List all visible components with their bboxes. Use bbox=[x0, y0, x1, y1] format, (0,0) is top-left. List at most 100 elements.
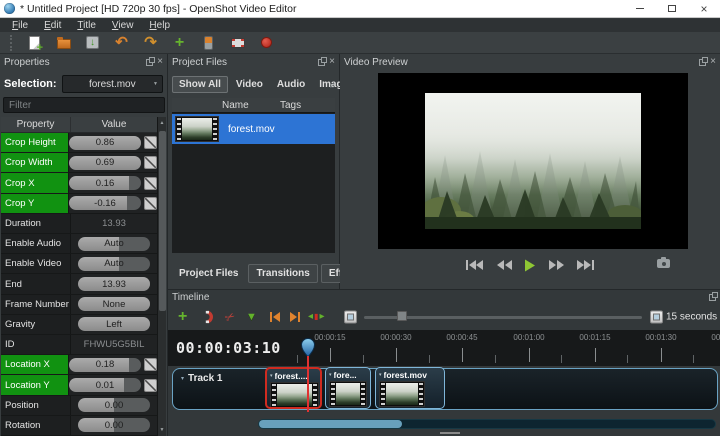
playhead[interactable] bbox=[301, 338, 315, 412]
value-slider[interactable]: Auto bbox=[78, 237, 150, 251]
scrollbar-thumb[interactable] bbox=[159, 131, 166, 311]
value-slider[interactable]: Left bbox=[78, 317, 150, 331]
tabs-overflow-icon[interactable]: » bbox=[330, 80, 335, 90]
zoom-fit-button[interactable] bbox=[344, 311, 357, 324]
scroll-up-icon[interactable]: ▲ bbox=[160, 117, 165, 129]
keyframe-icon[interactable] bbox=[144, 379, 157, 392]
value-slider[interactable]: 0.18 bbox=[69, 358, 141, 372]
filter-tab[interactable]: Video bbox=[230, 77, 269, 92]
jump-to-end-button[interactable] bbox=[576, 259, 594, 271]
previous-marker-button[interactable] bbox=[269, 311, 281, 323]
close-button[interactable]: × bbox=[688, 0, 720, 17]
next-marker-button[interactable] bbox=[289, 311, 301, 323]
center-playhead-button[interactable]: ◂ ▮ ▸ bbox=[308, 311, 324, 323]
ruler-major-tick bbox=[462, 348, 463, 362]
value-slider[interactable]: 0.86 bbox=[69, 136, 141, 150]
value-slider[interactable]: -0.16 bbox=[69, 196, 141, 210]
float-panel-icon[interactable] bbox=[146, 59, 153, 66]
play-button[interactable] bbox=[524, 259, 536, 272]
minimize-button[interactable] bbox=[624, 0, 656, 17]
menu-item[interactable]: Title bbox=[69, 19, 104, 32]
capture-frame-button[interactable] bbox=[657, 259, 670, 268]
selection-dropdown[interactable]: forest.mov ▼ bbox=[62, 75, 163, 93]
zoom-scale-button[interactable] bbox=[650, 311, 663, 324]
add-marker-button[interactable]: ▼ bbox=[246, 311, 257, 323]
keyframe-icon[interactable] bbox=[144, 136, 157, 149]
value-slider[interactable]: None bbox=[78, 297, 150, 311]
keyframe-icon[interactable] bbox=[144, 156, 157, 169]
float-panel-icon[interactable] bbox=[318, 59, 325, 66]
timecode-display[interactable]: 00:00:03:10 bbox=[176, 339, 281, 357]
filter-tab[interactable]: Show All bbox=[172, 76, 228, 93]
property-name: Frame Number bbox=[1, 295, 71, 314]
value-slider[interactable]: Auto bbox=[78, 257, 150, 271]
snapping-button[interactable] bbox=[204, 311, 217, 324]
redo-button[interactable]: ↷ bbox=[142, 34, 159, 51]
open-project-button[interactable] bbox=[55, 34, 72, 51]
timeline-scrollbar-thumb[interactable] bbox=[259, 420, 402, 428]
close-panel-icon[interactable]: × bbox=[710, 58, 716, 66]
menu-item[interactable]: File bbox=[4, 19, 36, 32]
panel-tab[interactable]: Transitions bbox=[248, 264, 317, 283]
menu-item[interactable]: Edit bbox=[36, 19, 69, 32]
new-project-button[interactable]: + bbox=[26, 34, 43, 51]
float-panel-icon[interactable] bbox=[709, 294, 716, 301]
property-name: Crop Y bbox=[1, 194, 69, 213]
razor-button[interactable]: ✂ bbox=[225, 310, 235, 324]
property-name: Position bbox=[1, 396, 71, 415]
toolbar-grip[interactable] bbox=[10, 35, 12, 51]
panel-tab[interactable]: Project Files bbox=[172, 265, 245, 282]
value-column-header: Value bbox=[71, 117, 157, 132]
window-controls: × bbox=[624, 0, 720, 17]
add-track-button[interactable]: + bbox=[178, 310, 187, 324]
zoom-slider-handle[interactable] bbox=[397, 311, 407, 321]
clip-thumbnail bbox=[379, 381, 425, 407]
timeline-ruler[interactable]: 00:00:03:10 00:00:15 00:00:30 00:00:45 0… bbox=[168, 330, 720, 366]
rewind-button[interactable] bbox=[496, 259, 512, 271]
maximize-button[interactable] bbox=[656, 0, 688, 17]
chevron-down-icon[interactable]: ▾ bbox=[379, 372, 382, 378]
import-files-button[interactable]: + bbox=[171, 34, 188, 51]
filter-tab[interactable]: Audio bbox=[271, 77, 311, 92]
chevron-down-icon[interactable]: ▾ bbox=[270, 373, 273, 379]
value-slider[interactable]: 0.69 bbox=[69, 156, 141, 170]
resize-grip[interactable] bbox=[440, 432, 460, 434]
filter-input[interactable] bbox=[3, 97, 165, 113]
scroll-down-icon[interactable]: ▼ bbox=[160, 424, 165, 436]
float-panel-icon[interactable] bbox=[699, 59, 706, 66]
jump-to-start-button[interactable] bbox=[466, 259, 484, 271]
value-slider[interactable]: 0.16 bbox=[69, 176, 141, 190]
close-panel-icon[interactable]: × bbox=[157, 58, 163, 66]
chevron-down-icon[interactable]: ▾ bbox=[329, 372, 332, 378]
value-slider[interactable]: 0.01 bbox=[69, 378, 141, 392]
close-panel-icon[interactable]: × bbox=[329, 58, 335, 66]
export-video-icon bbox=[261, 37, 272, 48]
name-column-header: Name bbox=[172, 98, 280, 112]
menu-item[interactable]: Help bbox=[141, 19, 178, 32]
timeline-clip[interactable]: ▾ forest.mov bbox=[375, 367, 445, 409]
save-project-button[interactable]: ↓ bbox=[84, 34, 101, 51]
export-video-button[interactable] bbox=[258, 34, 275, 51]
timeline-scrollbar[interactable] bbox=[258, 419, 716, 429]
property-value-cell: None None bbox=[71, 295, 157, 314]
ruler-major-tick bbox=[661, 348, 662, 362]
keyframe-icon[interactable] bbox=[144, 358, 157, 371]
fullscreen-button[interactable] bbox=[229, 34, 246, 51]
selection-row: Selection: forest.mov ▼ bbox=[0, 70, 167, 97]
ruler-major-tick bbox=[396, 348, 397, 362]
menu-item[interactable]: View bbox=[104, 19, 142, 32]
fast-forward-button[interactable] bbox=[548, 259, 564, 271]
value-slider[interactable]: 0.00 bbox=[78, 418, 150, 432]
ruler-minor-tick bbox=[561, 355, 562, 363]
choose-profile-button[interactable] bbox=[200, 34, 217, 51]
maximize-icon bbox=[668, 5, 676, 12]
file-row[interactable]: forest.mov bbox=[172, 114, 335, 144]
value-slider[interactable]: 13.93 bbox=[78, 277, 150, 291]
properties-scrollbar[interactable]: ▲ ▼ bbox=[157, 117, 166, 436]
timeline-clip[interactable]: ▾ fore... bbox=[325, 367, 371, 409]
keyframe-icon[interactable] bbox=[144, 197, 157, 210]
keyframe-icon[interactable] bbox=[144, 177, 157, 190]
playhead-marker-icon bbox=[301, 338, 315, 358]
undo-button[interactable]: ↶ bbox=[113, 34, 130, 51]
value-slider[interactable]: 0.00 bbox=[78, 398, 150, 412]
